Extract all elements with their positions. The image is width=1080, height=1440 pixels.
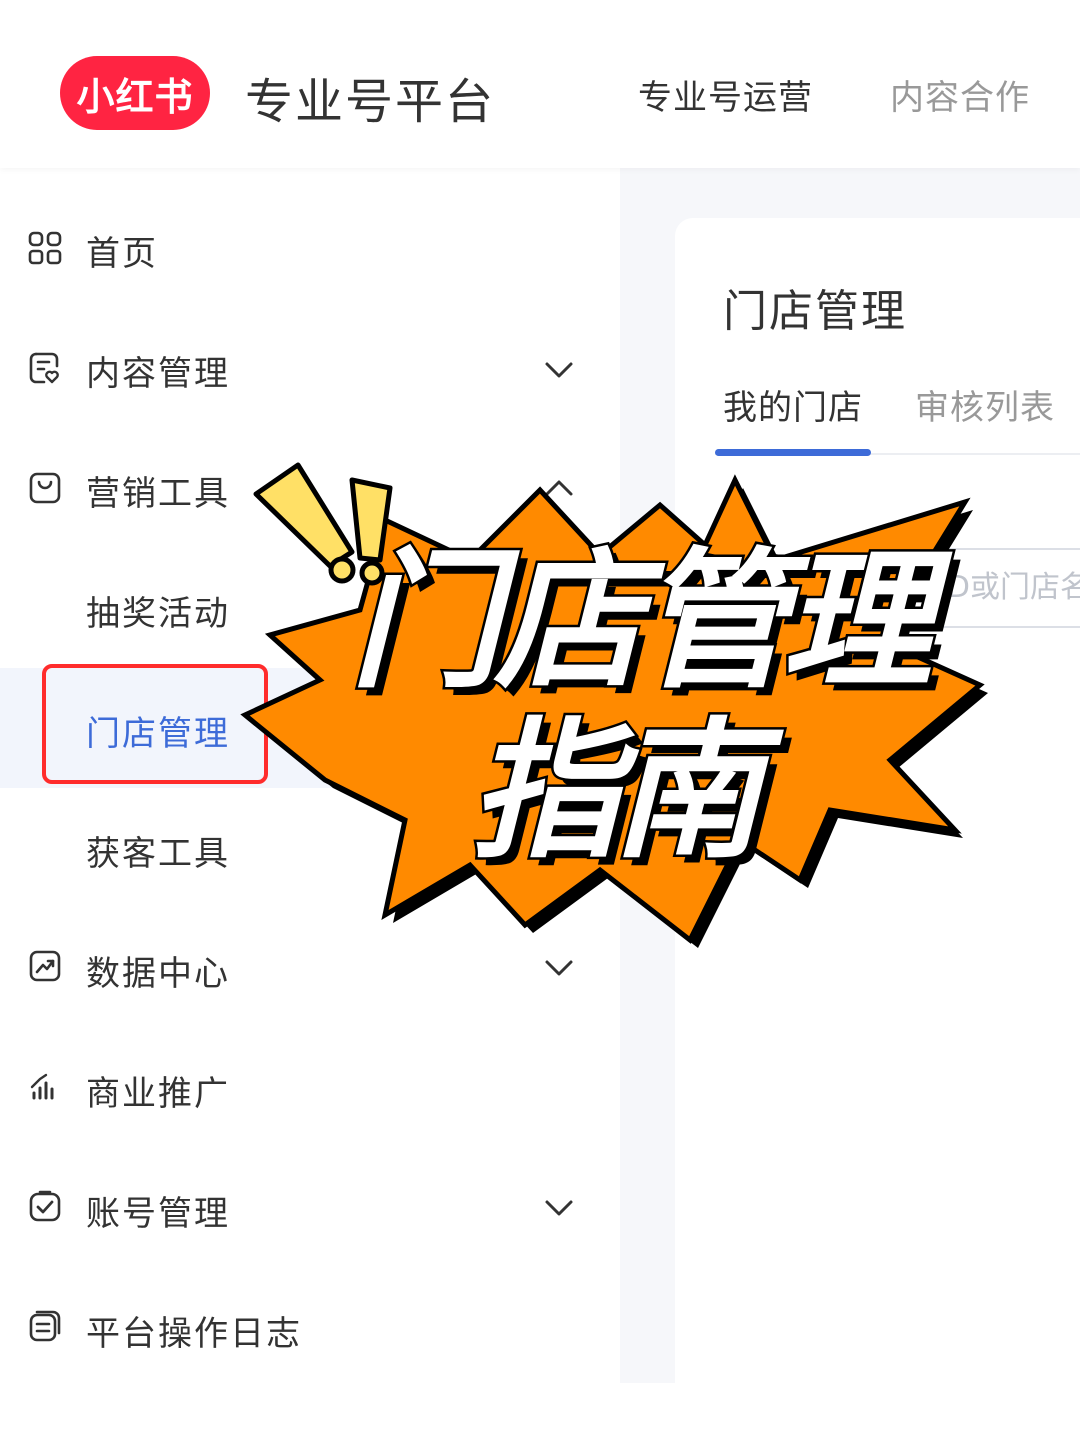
page-title: 门店管理 (723, 286, 907, 337)
chevron-down-icon (545, 362, 573, 378)
grid-icon (28, 231, 62, 265)
tab-my-stores[interactable]: 我的门店 (723, 380, 863, 429)
sidebar-item-operation-log[interactable]: 平台操作日志 (0, 1268, 620, 1388)
sidebar-item-label: 内容管理 (86, 354, 230, 394)
app-title: 专业号平台 (245, 74, 496, 130)
sidebar-subitem-label: 抽奖活动 (86, 594, 230, 634)
signal-icon (30, 1073, 54, 1100)
red-highlight-box (42, 664, 268, 784)
bag-icon (29, 472, 61, 504)
sidebar-item-data-center[interactable]: 数据中心 (0, 908, 620, 1028)
sidebar-item-content[interactable]: 内容管理 (0, 308, 620, 428)
chevron-down-icon (545, 1200, 573, 1216)
topnav-professional-ops[interactable]: 专业号运营 (638, 70, 813, 119)
sidebar-item-label: 营销工具 (86, 474, 230, 514)
top-header: 小红书 专业号平台 专业号运营 内容合作 (0, 0, 1080, 168)
sidebar-item-business-promotion[interactable]: 商业推广 (0, 1028, 620, 1148)
headline-line-2: 指南 (467, 703, 764, 882)
sidebar-item-label: 首页 (86, 234, 158, 274)
xiaohongshu-logo[interactable]: 小红书 (60, 56, 210, 130)
chart-icon (29, 950, 61, 982)
sidebar-item-label: 商业推广 (86, 1074, 230, 1114)
active-tab-indicator (715, 449, 871, 456)
chevron-down-icon (545, 960, 573, 976)
sidebar-item-label: 账号管理 (86, 1194, 230, 1234)
sidebar-item-label: 平台操作日志 (86, 1314, 302, 1354)
log-icon (29, 1310, 61, 1342)
content-doc-icon (29, 352, 59, 384)
sidebar-item-home[interactable]: 首页 (0, 188, 620, 308)
tab-review-list[interactable]: 审核列表 (915, 380, 1055, 429)
sidebar-subitem-label: 获客工具 (86, 834, 230, 874)
chevron-up-icon (545, 480, 573, 496)
account-check-icon (29, 1190, 61, 1222)
sidebar-item-label: 数据中心 (86, 954, 230, 994)
topnav-content-cooperation[interactable]: 内容合作 (890, 70, 1030, 119)
sidebar-item-account-management[interactable]: 账号管理 (0, 1148, 620, 1268)
